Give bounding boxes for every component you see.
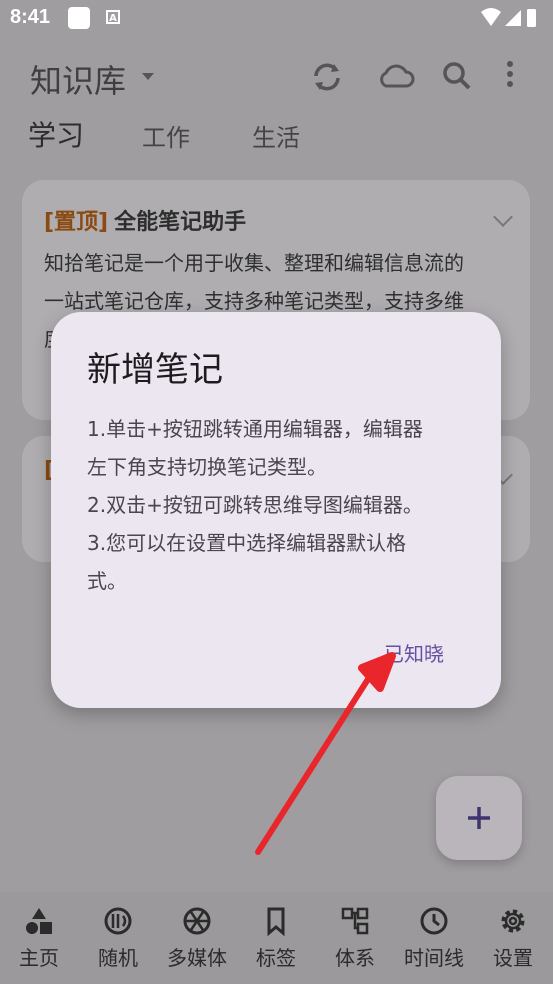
nav-label: 体系: [335, 946, 375, 970]
gear-icon: [501, 909, 525, 933]
nav-item-system[interactable]: 体系: [316, 892, 394, 984]
nav-item-multimedia[interactable]: 多媒体: [158, 892, 236, 984]
hierarchy-icon: [341, 907, 369, 935]
nav-label: 随机: [98, 946, 138, 970]
nav-item-random[interactable]: 随机: [79, 892, 157, 984]
nav-item-settings[interactable]: 设置: [474, 892, 552, 984]
nav-label: 时间线: [404, 946, 464, 970]
nav-label: 标签: [256, 946, 296, 970]
nav-item-tags[interactable]: 标签: [237, 892, 315, 984]
shapes-icon: [26, 908, 52, 934]
aperture-icon: [183, 907, 211, 935]
add-note-button[interactable]: [436, 776, 522, 860]
bookmark-icon: [267, 907, 285, 936]
random-icon: [104, 907, 132, 935]
nav-label: 主页: [19, 946, 59, 970]
nav-label: 多媒体: [167, 946, 227, 970]
plus-icon: [468, 807, 490, 829]
nav-item-home[interactable]: 主页: [0, 892, 78, 984]
bottom-navigation: 主页 随机 多媒体 标签 体系 时间线 设置: [0, 892, 553, 984]
clock-icon: [420, 907, 448, 935]
nav-label: 设置: [493, 946, 533, 970]
nav-item-timeline[interactable]: 时间线: [395, 892, 473, 984]
